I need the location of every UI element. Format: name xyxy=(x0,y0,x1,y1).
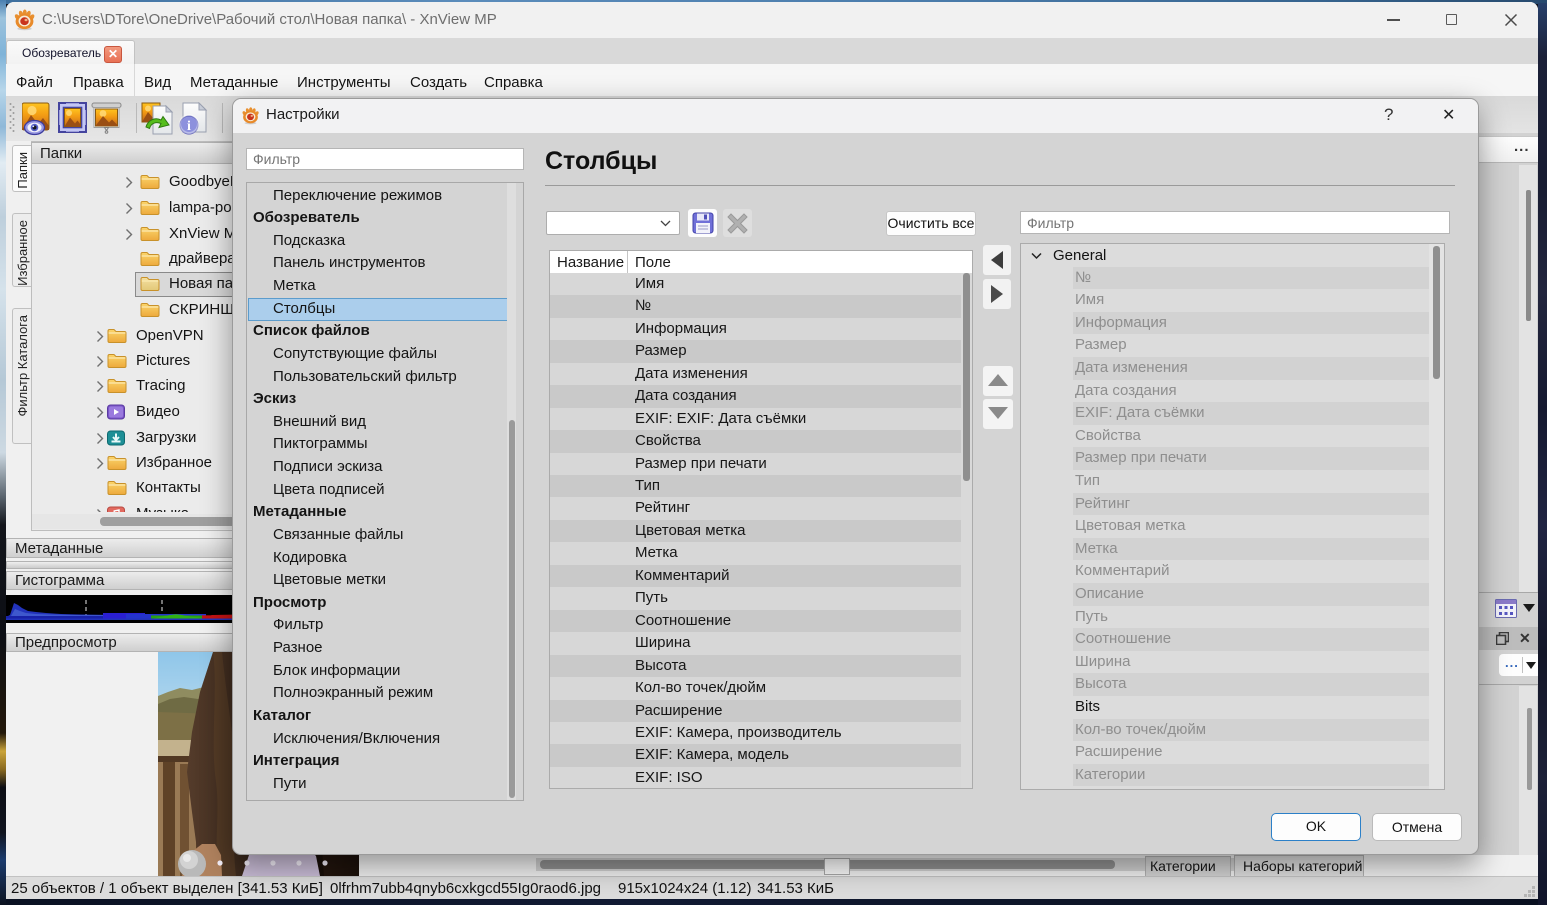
svg-text:i: i xyxy=(187,119,191,134)
